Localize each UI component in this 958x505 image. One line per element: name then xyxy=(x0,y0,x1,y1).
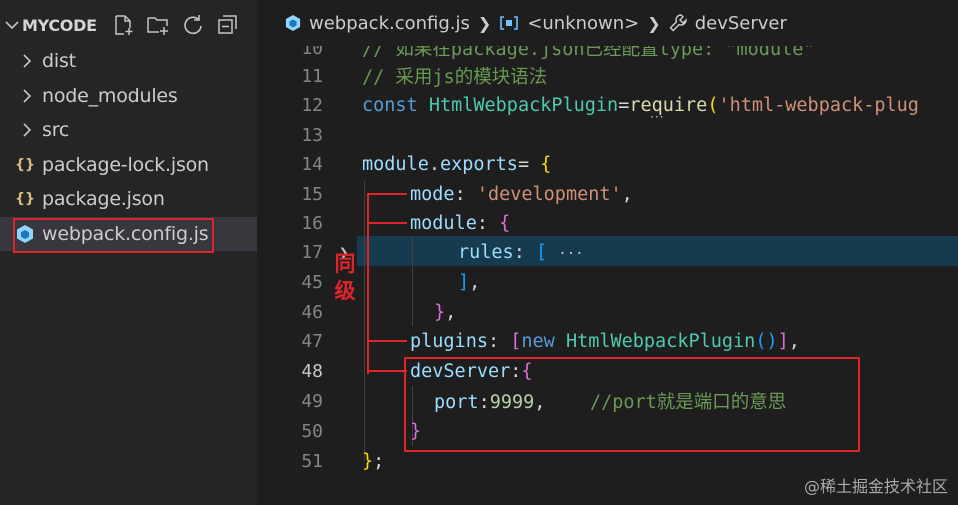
chevron-right-icon: ❯ xyxy=(477,13,492,33)
symbol-variable-icon xyxy=(499,15,519,31)
tree-file-package-json[interactable]: {} package.json xyxy=(0,182,257,217)
code-editor[interactable]: 10 // 如果在package.json已经配置type: "module" … xyxy=(257,46,958,505)
code-text: } xyxy=(410,420,422,442)
json-file-icon: {} xyxy=(15,156,35,173)
explorer-header[interactable]: MYCODE xyxy=(0,6,257,44)
code-line: 17 ❯ rules: [ ··· xyxy=(257,237,958,267)
line-number: 13 xyxy=(301,124,323,146)
breadcrumb-symbol-label: <unknown> xyxy=(527,12,640,34)
line-number: 49 xyxy=(301,390,323,412)
code-line: 45 ], xyxy=(257,267,958,297)
breadcrumb-file-label: webpack.config.js xyxy=(309,12,470,34)
annotation-bracket-vertical xyxy=(367,194,369,374)
tree-item-label: package-lock.json xyxy=(42,153,209,176)
breadcrumb-property[interactable]: devServer xyxy=(669,13,787,34)
tree-item-label: node_modules xyxy=(42,84,178,107)
code-text: module: { xyxy=(410,212,511,234)
code-text: const HtmlWebpackPlugin=require('html-we… xyxy=(362,94,919,116)
explorer-sidebar: MYCODE dist node_modules src {} package-… xyxy=(0,0,257,505)
chevron-right-icon[interactable] xyxy=(18,122,36,138)
webpack-cube-icon xyxy=(285,14,301,32)
new-file-icon[interactable] xyxy=(111,13,135,37)
webpack-cube-icon xyxy=(14,224,36,244)
annotation-label: 同级 xyxy=(334,252,356,303)
file-tree: dist node_modules src {} package-lock.js… xyxy=(0,44,257,251)
code-line: 15 mode: 'development', xyxy=(257,179,958,209)
line-number: 51 xyxy=(301,450,323,472)
chevron-right-icon: ❯ xyxy=(647,13,661,33)
code-line: 14 module.exports= { xyxy=(257,149,958,179)
line-number: 10 xyxy=(301,46,323,59)
code-text: port:9999, //port就是端口的意思 xyxy=(434,392,787,413)
breadcrumb-file[interactable]: webpack.config.js xyxy=(285,13,470,34)
code-text: rules: [ ··· xyxy=(458,241,584,263)
tree-file-webpack-config-js[interactable]: webpack.config.js xyxy=(0,216,257,251)
code-line: 12 const HtmlWebpackPlugin=require('html… xyxy=(257,90,958,120)
code-text: plugins: [new HtmlWebpackPlugin()], xyxy=(410,330,800,352)
line-number: 12 xyxy=(301,94,323,116)
collapse-all-icon[interactable] xyxy=(216,13,240,37)
line-number: 16 xyxy=(301,212,323,234)
annotation-bracket-tick xyxy=(367,340,407,342)
line-number: 17 xyxy=(301,241,323,263)
line-number: 46 xyxy=(301,301,323,323)
line-number: 11 xyxy=(301,65,323,87)
breadcrumb-property-label: devServer xyxy=(694,12,787,34)
json-file-icon: {} xyxy=(15,191,35,208)
code-line: 13 xyxy=(257,120,958,150)
tree-file-package-lock-json[interactable]: {} package-lock.json xyxy=(0,148,257,183)
code-line: 11 // 采用js的模块语法 xyxy=(257,61,958,91)
tree-folder-src[interactable]: src xyxy=(0,113,257,148)
tree-item-label: webpack.config.js xyxy=(42,222,209,245)
tree-item-label: src xyxy=(42,119,70,142)
line-number: 50 xyxy=(301,420,323,442)
code-line: 50 } xyxy=(257,416,958,446)
code-text: module.exports= { xyxy=(362,153,552,175)
line-number: 48 xyxy=(301,360,323,382)
breadcrumb-symbol[interactable]: <unknown> xyxy=(499,13,639,34)
chevron-right-icon[interactable] xyxy=(18,53,36,69)
code-text: // 采用js的模块语法 xyxy=(362,67,548,88)
refresh-icon[interactable] xyxy=(181,13,205,37)
tree-folder-dist[interactable]: dist xyxy=(0,44,257,79)
tree-item-label: package.json xyxy=(42,188,165,211)
code-text: ], xyxy=(458,271,481,293)
code-text: }; xyxy=(362,450,385,472)
line-number: 15 xyxy=(301,183,323,205)
chevron-down-icon[interactable] xyxy=(5,18,19,32)
wrench-icon xyxy=(669,14,687,32)
code-text: devServer:{ xyxy=(410,360,533,382)
code-line: 46 }, xyxy=(257,297,958,327)
explorer-actions xyxy=(111,13,240,37)
line-number: 47 xyxy=(301,330,323,352)
code-line: 49 port:9999, //port就是端口的意思 xyxy=(257,386,958,416)
line-number: 45 xyxy=(301,271,323,293)
tree-folder-node-modules[interactable]: node_modules xyxy=(0,79,257,114)
code-line: 47 plugins: [new HtmlWebpackPlugin()], xyxy=(257,326,958,356)
code-line: 16 module: { xyxy=(257,208,958,238)
annotation-bracket-tick xyxy=(367,222,407,224)
code-text: }, xyxy=(434,301,457,323)
annotation-bracket-tick xyxy=(367,193,407,195)
chevron-right-icon[interactable] xyxy=(18,88,36,104)
new-folder-icon[interactable] xyxy=(146,13,170,37)
annotation-bracket-tick xyxy=(367,370,407,372)
code-line: 51 }; xyxy=(257,446,958,476)
watermark: @稀土掘金技术社区 xyxy=(803,477,948,496)
workspace-title: MYCODE xyxy=(22,15,97,35)
code-text: // 如果在package.json已经配置type: "module" xyxy=(362,46,815,60)
code-text: mode: 'development', xyxy=(410,183,633,205)
code-line: 48 devServer:{ xyxy=(257,356,958,386)
line-number: 14 xyxy=(301,153,323,175)
breadcrumb: webpack.config.js ❯ <unknown> ❯ devServe… xyxy=(257,0,958,46)
tree-item-label: dist xyxy=(42,50,76,73)
